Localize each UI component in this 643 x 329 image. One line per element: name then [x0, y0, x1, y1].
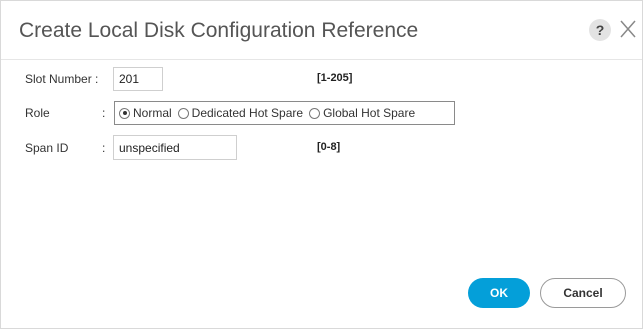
role-colon: :: [102, 106, 106, 120]
help-icon[interactable]: ?: [589, 19, 611, 41]
span-id-input[interactable]: [113, 135, 237, 160]
role-option-normal[interactable]: Normal: [119, 106, 172, 120]
slot-number-label: Slot Number :: [25, 72, 99, 86]
radio-unchecked-icon: [177, 107, 189, 119]
title-divider: [1, 59, 642, 60]
role-option-label: Global Hot Spare: [323, 106, 416, 120]
close-icon[interactable]: [617, 17, 639, 41]
slot-number-input[interactable]: [113, 67, 163, 91]
cancel-button[interactable]: Cancel: [540, 278, 626, 308]
ok-button[interactable]: OK: [468, 278, 530, 308]
radio-checked-icon: [119, 107, 130, 119]
span-id-range: [0-8]: [317, 141, 341, 153]
dialog-title: Create Local Disk Configuration Referenc…: [19, 19, 419, 42]
role-option-label: Normal: [133, 106, 172, 120]
role-option-label: Dedicated Hot Spare: [191, 106, 304, 120]
slot-number-range: [1-205]: [317, 72, 353, 84]
role-option-dedicated-hot-spare[interactable]: Dedicated Hot Spare: [177, 106, 304, 120]
span-id-colon: :: [102, 141, 106, 155]
role-label: Role: [25, 106, 50, 120]
role-option-global-hot-spare[interactable]: Global Hot Spare: [309, 106, 415, 120]
span-id-label: Span ID: [25, 141, 69, 155]
role-radio-group: Normal Dedicated Hot Spare Global Hot Sp…: [114, 101, 455, 125]
create-local-disk-config-dialog: Create Local Disk Configuration Referenc…: [0, 0, 643, 329]
radio-unchecked-icon: [309, 107, 321, 119]
